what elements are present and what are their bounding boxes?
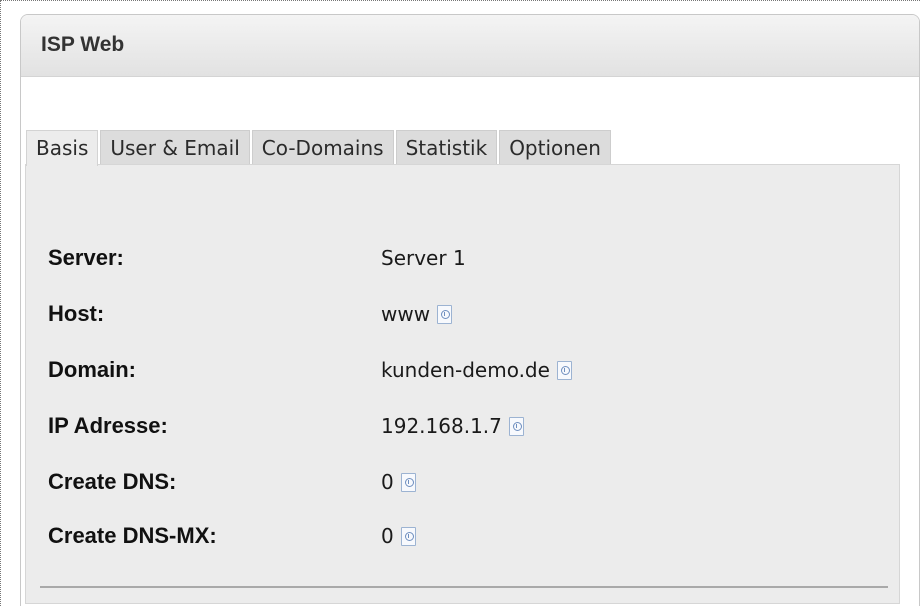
field-row-server: Server: Server 1 xyxy=(48,243,466,273)
host-value: www xyxy=(381,302,431,326)
domain-value: kunden-demo.de xyxy=(381,358,550,382)
divider xyxy=(40,586,888,588)
panel-title: ISP Web xyxy=(41,33,125,56)
tab-bar: Basis User & Email Co-Domains Statistik … xyxy=(26,130,613,166)
server-label: Server: xyxy=(48,245,124,270)
tab-basis[interactable]: Basis xyxy=(26,130,99,166)
create-dns-label: Create DNS: xyxy=(48,469,177,494)
info-icon[interactable] xyxy=(400,526,416,546)
info-icon[interactable] xyxy=(508,416,524,436)
server-value: Server 1 xyxy=(381,246,466,270)
ip-address-value: 192.168.1.7 xyxy=(381,414,502,438)
tab-optionen[interactable]: Optionen xyxy=(499,130,611,165)
info-icon[interactable] xyxy=(556,360,572,380)
domain-label: Domain: xyxy=(48,357,136,382)
field-row-create-dns: Create DNS: 0 xyxy=(48,467,416,497)
tab-co-domains[interactable]: Co-Domains xyxy=(251,130,394,165)
info-icon[interactable] xyxy=(437,304,453,324)
host-label: Host: xyxy=(48,301,105,326)
ip-address-label: IP Adresse: xyxy=(48,413,168,438)
info-icon[interactable] xyxy=(400,472,416,492)
create-dns-value: 0 xyxy=(381,470,394,494)
panel-header: ISP Web xyxy=(21,15,919,77)
field-row-create-dns-mx: Create DNS-MX: 0 xyxy=(48,521,416,551)
create-dns-mx-value: 0 xyxy=(381,524,394,548)
create-dns-mx-value-wrap: 0 xyxy=(381,524,416,548)
field-row-ip-address: IP Adresse: 192.168.1.7 xyxy=(48,411,524,441)
host-value-wrap: www xyxy=(381,302,453,326)
create-dns-value-wrap: 0 xyxy=(381,470,416,494)
tab-content-basis: Server: Server 1 Host: www Domain: kunde… xyxy=(25,164,900,604)
tab-user-email[interactable]: User & Email xyxy=(100,130,250,165)
create-dns-mx-label: Create DNS-MX: xyxy=(48,523,217,548)
ip-address-value-wrap: 192.168.1.7 xyxy=(381,414,524,438)
field-row-domain: Domain: kunden-demo.de xyxy=(48,355,572,385)
field-row-host: Host: www xyxy=(48,299,453,329)
tab-statistik[interactable]: Statistik xyxy=(395,130,498,165)
domain-value-wrap: kunden-demo.de xyxy=(381,358,572,382)
server-value-wrap: Server 1 xyxy=(381,246,466,270)
